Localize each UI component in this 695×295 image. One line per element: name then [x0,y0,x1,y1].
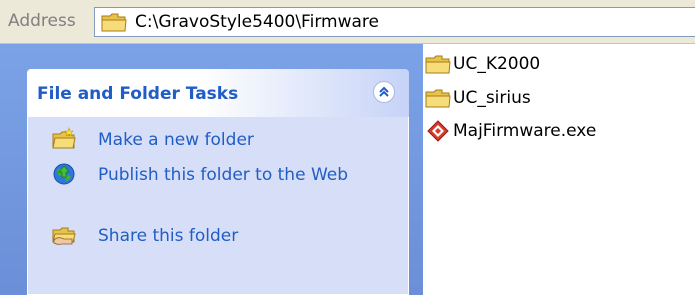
collapse-button[interactable] [373,81,395,103]
address-label: Address [8,11,76,31]
task-pane: File and Folder Tasks Make a new folder [0,44,423,295]
address-bar: Address C:\GravoStyle5400\Firmware [0,0,695,44]
task-panel-header[interactable]: File and Folder Tasks [27,69,409,117]
task-publish-folder[interactable]: Publish this folder to the Web [52,162,392,214]
file-folder-tasks-panel: File and Folder Tasks Make a new folder [27,69,409,295]
list-item[interactable]: UC_sirius [423,85,683,111]
task-panel-title: File and Folder Tasks [37,84,239,104]
task-item-label: Publish this folder to the Web [98,165,349,185]
address-path: C:\GravoStyle5400\Firmware [135,12,379,32]
new-folder-icon [52,127,76,151]
folder-icon [101,11,127,33]
share-folder-icon [52,223,76,247]
task-item-label: Make a new folder [98,130,254,150]
list-item[interactable]: UC_K2000 [423,51,683,77]
globe-publish-icon [52,162,76,186]
task-item-label: Share this folder [98,226,239,246]
folder-icon [425,53,451,75]
address-field[interactable]: C:\GravoStyle5400\Firmware [94,7,695,37]
file-name: MajFirmware.exe [453,121,597,141]
task-make-new-folder[interactable]: Make a new folder [52,127,392,153]
task-share-folder[interactable]: Share this folder [52,223,392,249]
list-item[interactable]: MajFirmware.exe [423,118,683,144]
chevron-up-double-icon [379,86,389,97]
file-name: UC_sirius [453,88,531,108]
file-list: UC_K2000 UC_sirius MajFirmware.exe [423,44,695,295]
folder-icon [425,87,451,109]
file-name: UC_K2000 [453,54,541,74]
executable-icon [425,120,451,142]
task-panel-body: Make a new folder Publish this folder to… [27,117,409,295]
